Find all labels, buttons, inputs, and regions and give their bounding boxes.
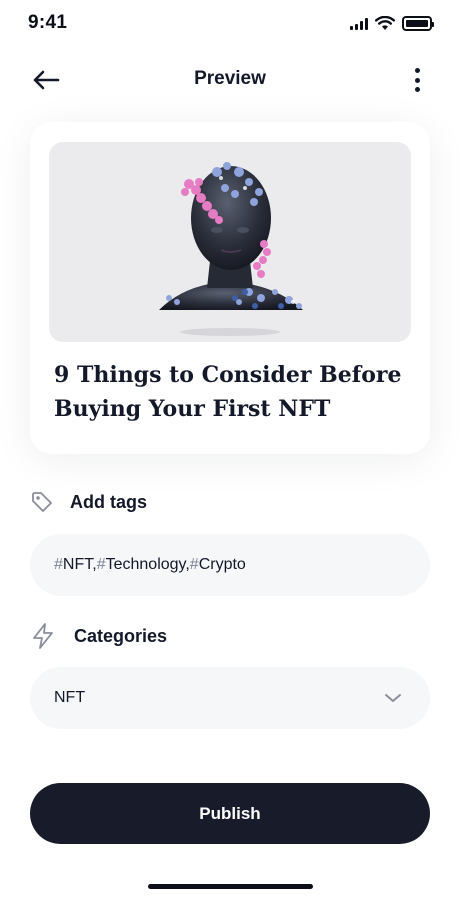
more-vertical-icon-dot [414,77,420,83]
more-vertical-icon-dot [414,87,420,92]
nft-head-sculpture [159,162,303,336]
publish-button[interactable]: Publish [30,783,430,844]
status-icons [350,16,434,31]
top-bar: Preview [0,60,460,100]
category-select[interactable]: NFT [30,667,430,729]
article-cover-image [49,142,411,342]
categories-header: Categories [30,622,167,650]
category-selected-value: NFT [54,689,86,706]
status-time: 9:41 [28,12,68,33]
tag-nft: #NFT, [54,556,97,573]
add-tags-label: Add tags [70,491,148,512]
tag-technology: #Technology, [96,556,190,573]
article-preview-card: 9 Things to Consider Before Buying Your … [30,122,430,454]
chevron-down-icon [385,694,401,702]
more-vertical-icon-dot [414,68,420,73]
lightning-icon [33,623,53,649]
preview-screen: 9:41 Preview 9 Things to Consider Before… [0,0,460,900]
wifi-icon [375,16,395,30]
article-title: 9 Things to Consider Before Buying Your … [54,362,402,422]
home-indicator [148,884,313,889]
battery-icon [402,16,434,31]
categories-label: Categories [74,625,168,646]
more-options-button[interactable] [412,68,422,92]
tags-input[interactable]: #NFT, #Technology, #Crypto [30,534,430,596]
tag-crypto: #Crypto [189,556,246,573]
cellular-signal-icon [350,17,368,30]
page-title: Preview [194,68,266,89]
add-tags-header: Add tags [30,490,147,514]
tag-icon [32,492,52,512]
